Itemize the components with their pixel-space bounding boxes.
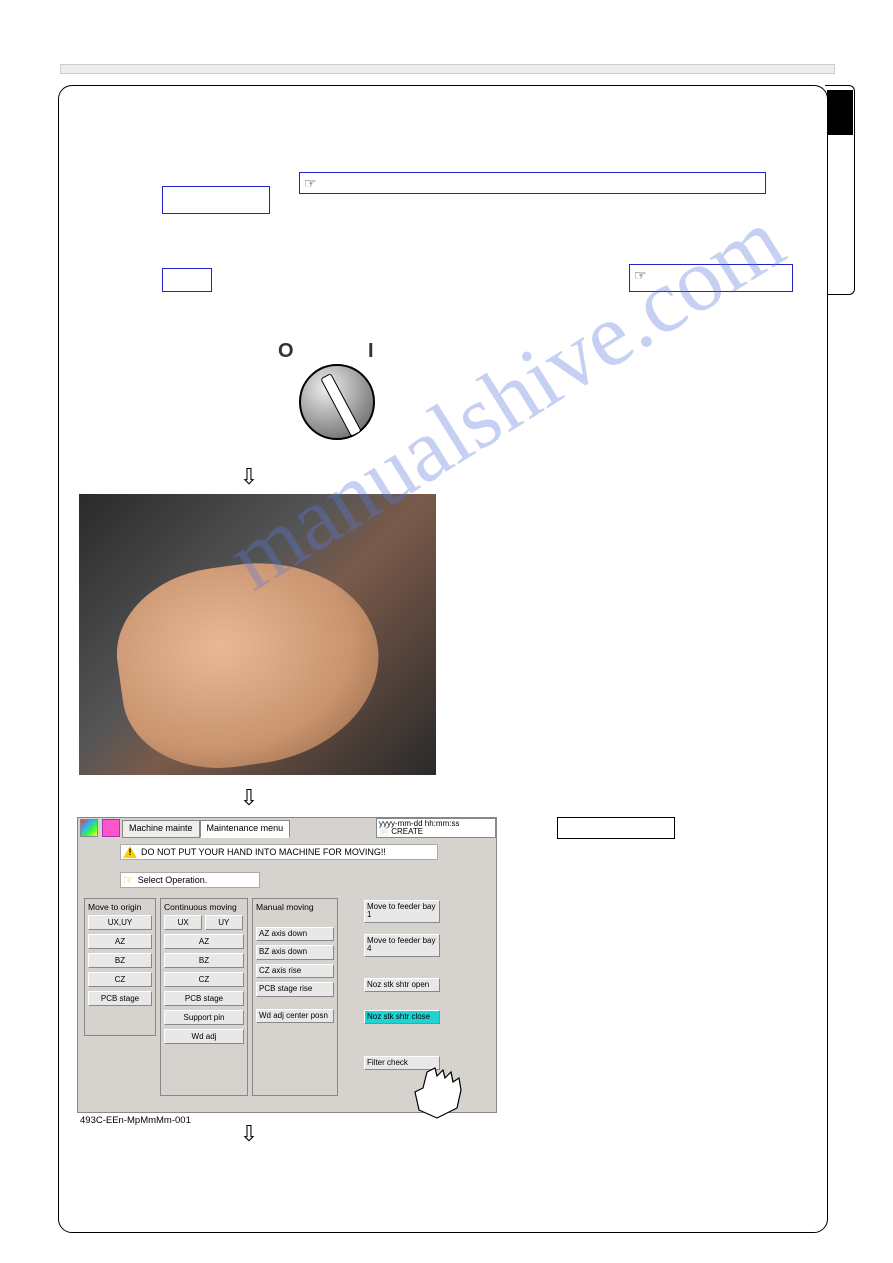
callout-box-button-1	[162, 186, 270, 214]
hand-shape	[106, 547, 391, 775]
cont-bz-button[interactable]: BZ	[164, 953, 244, 968]
origin-az-button[interactable]: AZ	[88, 934, 152, 949]
origin-pcb-stage-button[interactable]: PCB stage	[88, 991, 152, 1006]
panel-continuous-moving: Continuous moving UX UY AZ BZ CZ PCB sta…	[160, 898, 248, 1096]
pointing-hand-icon: ☞	[123, 873, 134, 887]
timestamp-panel: yyyy-mm-dd hh:mm:ss 📄 CREATE	[376, 818, 496, 838]
warning-banner: ! DO NOT PUT YOUR HAND INTO MACHINE FOR …	[120, 844, 438, 860]
move-feeder-bay-4-button[interactable]: Move to feeder bay 4	[364, 934, 440, 957]
screenshot-footer-code: 493C-EEn-MpMmMm-001	[80, 1115, 191, 1126]
rotary-knob-icon	[299, 364, 375, 440]
knob-off-label: O	[278, 340, 294, 363]
warning-text: DO NOT PUT YOUR HAND INTO MACHINE FOR MO…	[141, 847, 386, 857]
manual-pcb-rise-button[interactable]: PCB stage rise	[256, 982, 334, 996]
cont-support-pin-button[interactable]: Support pin	[164, 1010, 244, 1025]
origin-ux-uy-button[interactable]: UX,UY	[88, 915, 152, 930]
pointer-icon: ☞	[304, 175, 317, 192]
callout-box-button-2	[162, 268, 212, 292]
knob-on-label: I	[368, 340, 374, 363]
tab-maintenance-menu[interactable]: Maintenance menu	[200, 820, 291, 838]
origin-cz-button[interactable]: CZ	[88, 972, 152, 987]
prompt-text: Select Operation.	[138, 875, 208, 885]
callout-box-wide-2: ☞	[629, 264, 793, 292]
noz-stk-shtr-open-button[interactable]: Noz stk shtr open	[364, 978, 440, 992]
side-tab-marker	[827, 90, 853, 135]
cursor-clicking-hand-icon	[407, 1062, 487, 1124]
origin-bz-button[interactable]: BZ	[88, 953, 152, 968]
manual-az-down-button[interactable]: AZ axis down	[256, 927, 334, 941]
cont-cz-button[interactable]: CZ	[164, 972, 244, 987]
content-frame: ☞ ☞ O I ⇩ ⇩ Machine mainte Maintenance m…	[58, 85, 828, 1233]
flow-arrow-down-icon: ⇩	[234, 1121, 264, 1147]
app-icon-2	[102, 819, 120, 837]
app-icon-1	[80, 819, 98, 837]
flow-arrow-down-icon: ⇩	[234, 785, 264, 811]
cont-pcb-stage-button[interactable]: PCB stage	[164, 991, 244, 1006]
panel-title: Manual moving	[256, 902, 334, 912]
callout-box-right	[557, 817, 675, 839]
panel-title: Move to origin	[88, 902, 152, 912]
page-header-bar	[60, 64, 835, 74]
callout-box-wide-1: ☞	[299, 172, 766, 194]
mode-label: CREATE	[391, 827, 423, 836]
panel-manual-moving: Manual moving AZ axis down BZ axis down …	[252, 898, 338, 1096]
manual-bz-down-button[interactable]: BZ axis down	[256, 945, 334, 959]
manual-wd-adj-center-button[interactable]: Wd adj center posn	[256, 1009, 334, 1023]
pointer-icon: ☞	[634, 267, 647, 284]
noz-stk-shtr-close-button[interactable]: Noz stk shtr close	[364, 1010, 440, 1024]
panel-title: Continuous moving	[164, 902, 244, 912]
cont-wd-adj-button[interactable]: Wd adj	[164, 1029, 244, 1044]
cont-uy-button[interactable]: UY	[205, 915, 243, 930]
prompt-banner: ☞ Select Operation.	[120, 872, 260, 888]
cont-az-button[interactable]: AZ	[164, 934, 244, 949]
cont-ux-button[interactable]: UX	[164, 915, 202, 930]
hand-adjusting-nozzle-photo	[79, 494, 436, 775]
manual-cz-rise-button[interactable]: CZ axis rise	[256, 964, 334, 978]
move-feeder-bay-1-button[interactable]: Move to feeder bay 1	[364, 900, 440, 923]
flow-arrow-down-icon: ⇩	[234, 464, 264, 490]
panel-move-to-origin: Move to origin UX,UY AZ BZ CZ PCB stage	[84, 898, 156, 1036]
warning-triangle-icon: !	[123, 846, 137, 858]
tab-machine-mainte[interactable]: Machine mainte	[122, 820, 200, 838]
